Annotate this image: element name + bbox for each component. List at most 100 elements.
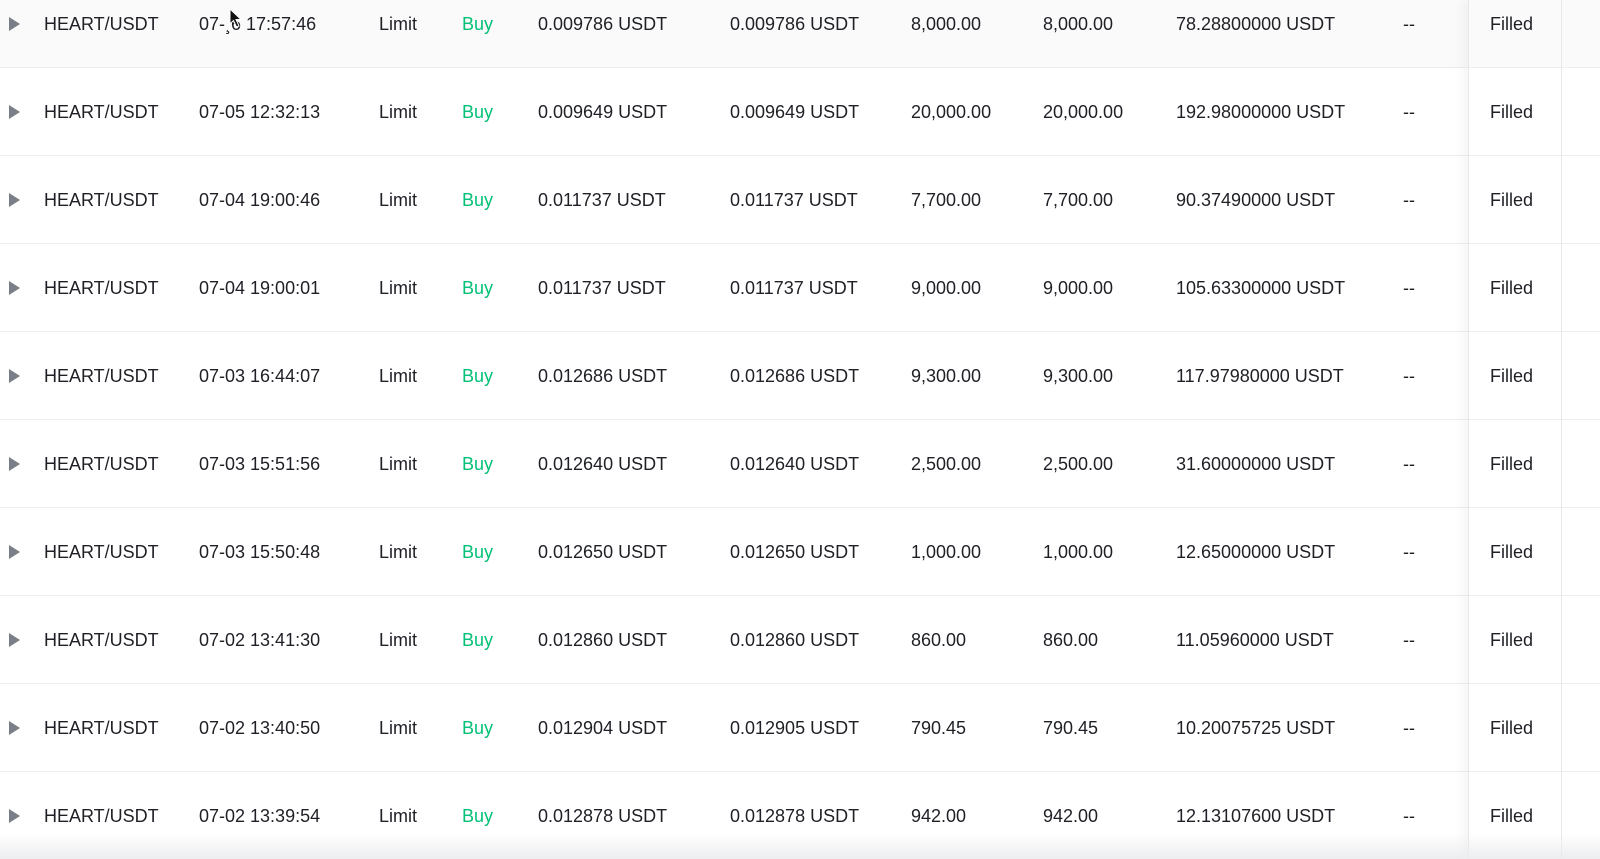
- status-cell: Filled: [1490, 630, 1534, 650]
- type-cell: Limit: [379, 806, 418, 826]
- amount-cell: 1,000.00: [911, 542, 982, 562]
- table-row[interactable]: HEART/USDT 07-04 19:00:46 Limit Buy 0.01…: [0, 156, 1600, 244]
- expand-row-toggle[interactable]: [9, 420, 25, 508]
- order-history-table: HEART/USDT 07-02 13:39:54 Limit Buy 0.01…: [0, 0, 1600, 859]
- filled-cell: 7,700.00: [1043, 190, 1114, 210]
- triangle-right-icon: [9, 544, 20, 559]
- status-cell: Filled: [1490, 542, 1534, 562]
- total-cell: 90.37490000 USDT: [1176, 190, 1336, 210]
- status-cell: Filled: [1490, 806, 1534, 826]
- total-cell: 78.28800000 USDT: [1176, 14, 1336, 34]
- time-cell: 07-04 19:00:01: [199, 278, 321, 298]
- total-cell: 10.20075725 USDT: [1176, 718, 1336, 738]
- type-cell: Limit: [379, 718, 418, 738]
- type-cell: Limit: [379, 454, 418, 474]
- price-cell: 0.009786 USDT: [538, 14, 668, 34]
- table-row[interactable]: HEART/USDT 07-04 19:00:01 Limit Buy 0.01…: [0, 244, 1600, 332]
- time-cell: 07-¸6 17:57:46: [199, 14, 317, 34]
- price-cell: 0.009649 USDT: [538, 102, 668, 122]
- side-cell: Buy: [462, 366, 494, 386]
- type-cell: Limit: [379, 190, 418, 210]
- triangle-right-icon: [9, 192, 20, 207]
- type-cell: Limit: [379, 542, 418, 562]
- trigger-cell: --: [1403, 366, 1415, 386]
- status-cell: Filled: [1490, 366, 1534, 386]
- triangle-right-icon: [9, 720, 20, 735]
- table-row[interactable]: HEART/USDT 07-02 13:39:54 Limit Buy 0.01…: [0, 772, 1600, 859]
- trigger-cell: --: [1403, 14, 1415, 34]
- expand-row-toggle[interactable]: [9, 684, 25, 772]
- amount-cell: 2,500.00: [911, 454, 982, 474]
- table-right-border: [1561, 0, 1562, 859]
- mouse-pointer-icon: [229, 8, 243, 28]
- average-price-cell: 0.012640 USDT: [730, 454, 860, 474]
- expand-row-toggle[interactable]: [9, 244, 25, 332]
- table-row[interactable]: HEART/USDT 07-05 12:32:13 Limit Buy 0.00…: [0, 68, 1600, 156]
- trigger-cell: --: [1403, 542, 1415, 562]
- price-cell: 0.012650 USDT: [538, 542, 668, 562]
- average-price-cell: 0.012878 USDT: [730, 806, 860, 826]
- amount-cell: 7,700.00: [911, 190, 982, 210]
- filled-cell: 860.00: [1043, 630, 1099, 650]
- pair-cell: HEART/USDT: [44, 542, 159, 562]
- total-cell: 12.13107600 USDT: [1176, 806, 1336, 826]
- filled-cell: 790.45: [1043, 718, 1099, 738]
- pair-cell: HEART/USDT: [44, 366, 159, 386]
- type-cell: Limit: [379, 630, 418, 650]
- status-cell: Filled: [1490, 278, 1534, 298]
- expand-row-toggle[interactable]: [9, 508, 25, 596]
- amount-cell: 9,000.00: [911, 278, 982, 298]
- trigger-cell: --: [1403, 454, 1415, 474]
- pair-cell: HEART/USDT: [44, 102, 159, 122]
- side-cell: Buy: [462, 630, 494, 650]
- amount-cell: 9,300.00: [911, 366, 982, 386]
- trigger-cell: --: [1403, 630, 1415, 650]
- expand-row-toggle[interactable]: [9, 156, 25, 244]
- side-cell: Buy: [462, 14, 494, 34]
- price-cell: 0.012904 USDT: [538, 718, 668, 738]
- total-cell: 31.60000000 USDT: [1176, 454, 1336, 474]
- price-cell: 0.012860 USDT: [538, 630, 668, 650]
- table-row[interactable]: HEART/USDT 07-02 13:40:50 Limit Buy 0.01…: [0, 684, 1600, 772]
- filled-cell: 20,000.00: [1043, 102, 1124, 122]
- total-cell: 12.65000000 USDT: [1176, 542, 1336, 562]
- expand-row-toggle[interactable]: [9, 0, 25, 68]
- table-row[interactable]: HEART/USDT 07-03 15:50:48 Limit Buy 0.01…: [0, 508, 1600, 596]
- expand-row-toggle[interactable]: [9, 332, 25, 420]
- amount-cell: 942.00: [911, 806, 967, 826]
- table-row[interactable]: HEART/USDT 07-03 15:51:56 Limit Buy 0.01…: [0, 420, 1600, 508]
- type-cell: Limit: [379, 278, 418, 298]
- pair-cell: HEART/USDT: [44, 278, 159, 298]
- triangle-right-icon: [9, 16, 20, 31]
- time-cell: 07-03 15:51:56: [199, 454, 321, 474]
- filled-cell: 8,000.00: [1043, 14, 1114, 34]
- total-cell: 117.97980000 USDT: [1176, 366, 1344, 386]
- average-price-cell: 0.012686 USDT: [730, 366, 860, 386]
- price-cell: 0.011737 USDT: [538, 278, 666, 298]
- triangle-right-icon: [9, 456, 20, 471]
- expand-row-toggle[interactable]: [9, 596, 25, 684]
- average-price-cell: 0.012905 USDT: [730, 718, 860, 738]
- average-price-cell: 0.009649 USDT: [730, 102, 860, 122]
- total-cell: 11.05960000 USDT: [1176, 630, 1334, 650]
- amount-cell: 860.00: [911, 630, 967, 650]
- triangle-right-icon: [9, 808, 20, 823]
- pair-cell: HEART/USDT: [44, 630, 159, 650]
- table-row[interactable]: HEART/USDT 07-03 16:44:07 Limit Buy 0.01…: [0, 332, 1600, 420]
- table-row[interactable]: HEART/USDT 07-02 13:41:30 Limit Buy 0.01…: [0, 596, 1600, 684]
- average-price-cell: 0.009786 USDT: [730, 14, 860, 34]
- average-price-cell: 0.011737 USDT: [730, 278, 858, 298]
- total-cell: 105.63300000 USDT: [1176, 278, 1346, 298]
- triangle-right-icon: [9, 280, 20, 295]
- side-cell: Buy: [462, 278, 494, 298]
- expand-row-toggle[interactable]: [9, 68, 25, 156]
- average-price-cell: 0.011737 USDT: [730, 190, 858, 210]
- time-cell: 07-02 13:39:54: [199, 806, 321, 826]
- time-cell: 07-03 15:50:48: [199, 542, 321, 562]
- side-cell: Buy: [462, 718, 494, 738]
- expand-row-toggle[interactable]: [9, 772, 25, 859]
- side-cell: Buy: [462, 102, 494, 122]
- side-cell: Buy: [462, 454, 494, 474]
- filled-cell: 9,300.00: [1043, 366, 1114, 386]
- amount-cell: 8,000.00: [911, 14, 982, 34]
